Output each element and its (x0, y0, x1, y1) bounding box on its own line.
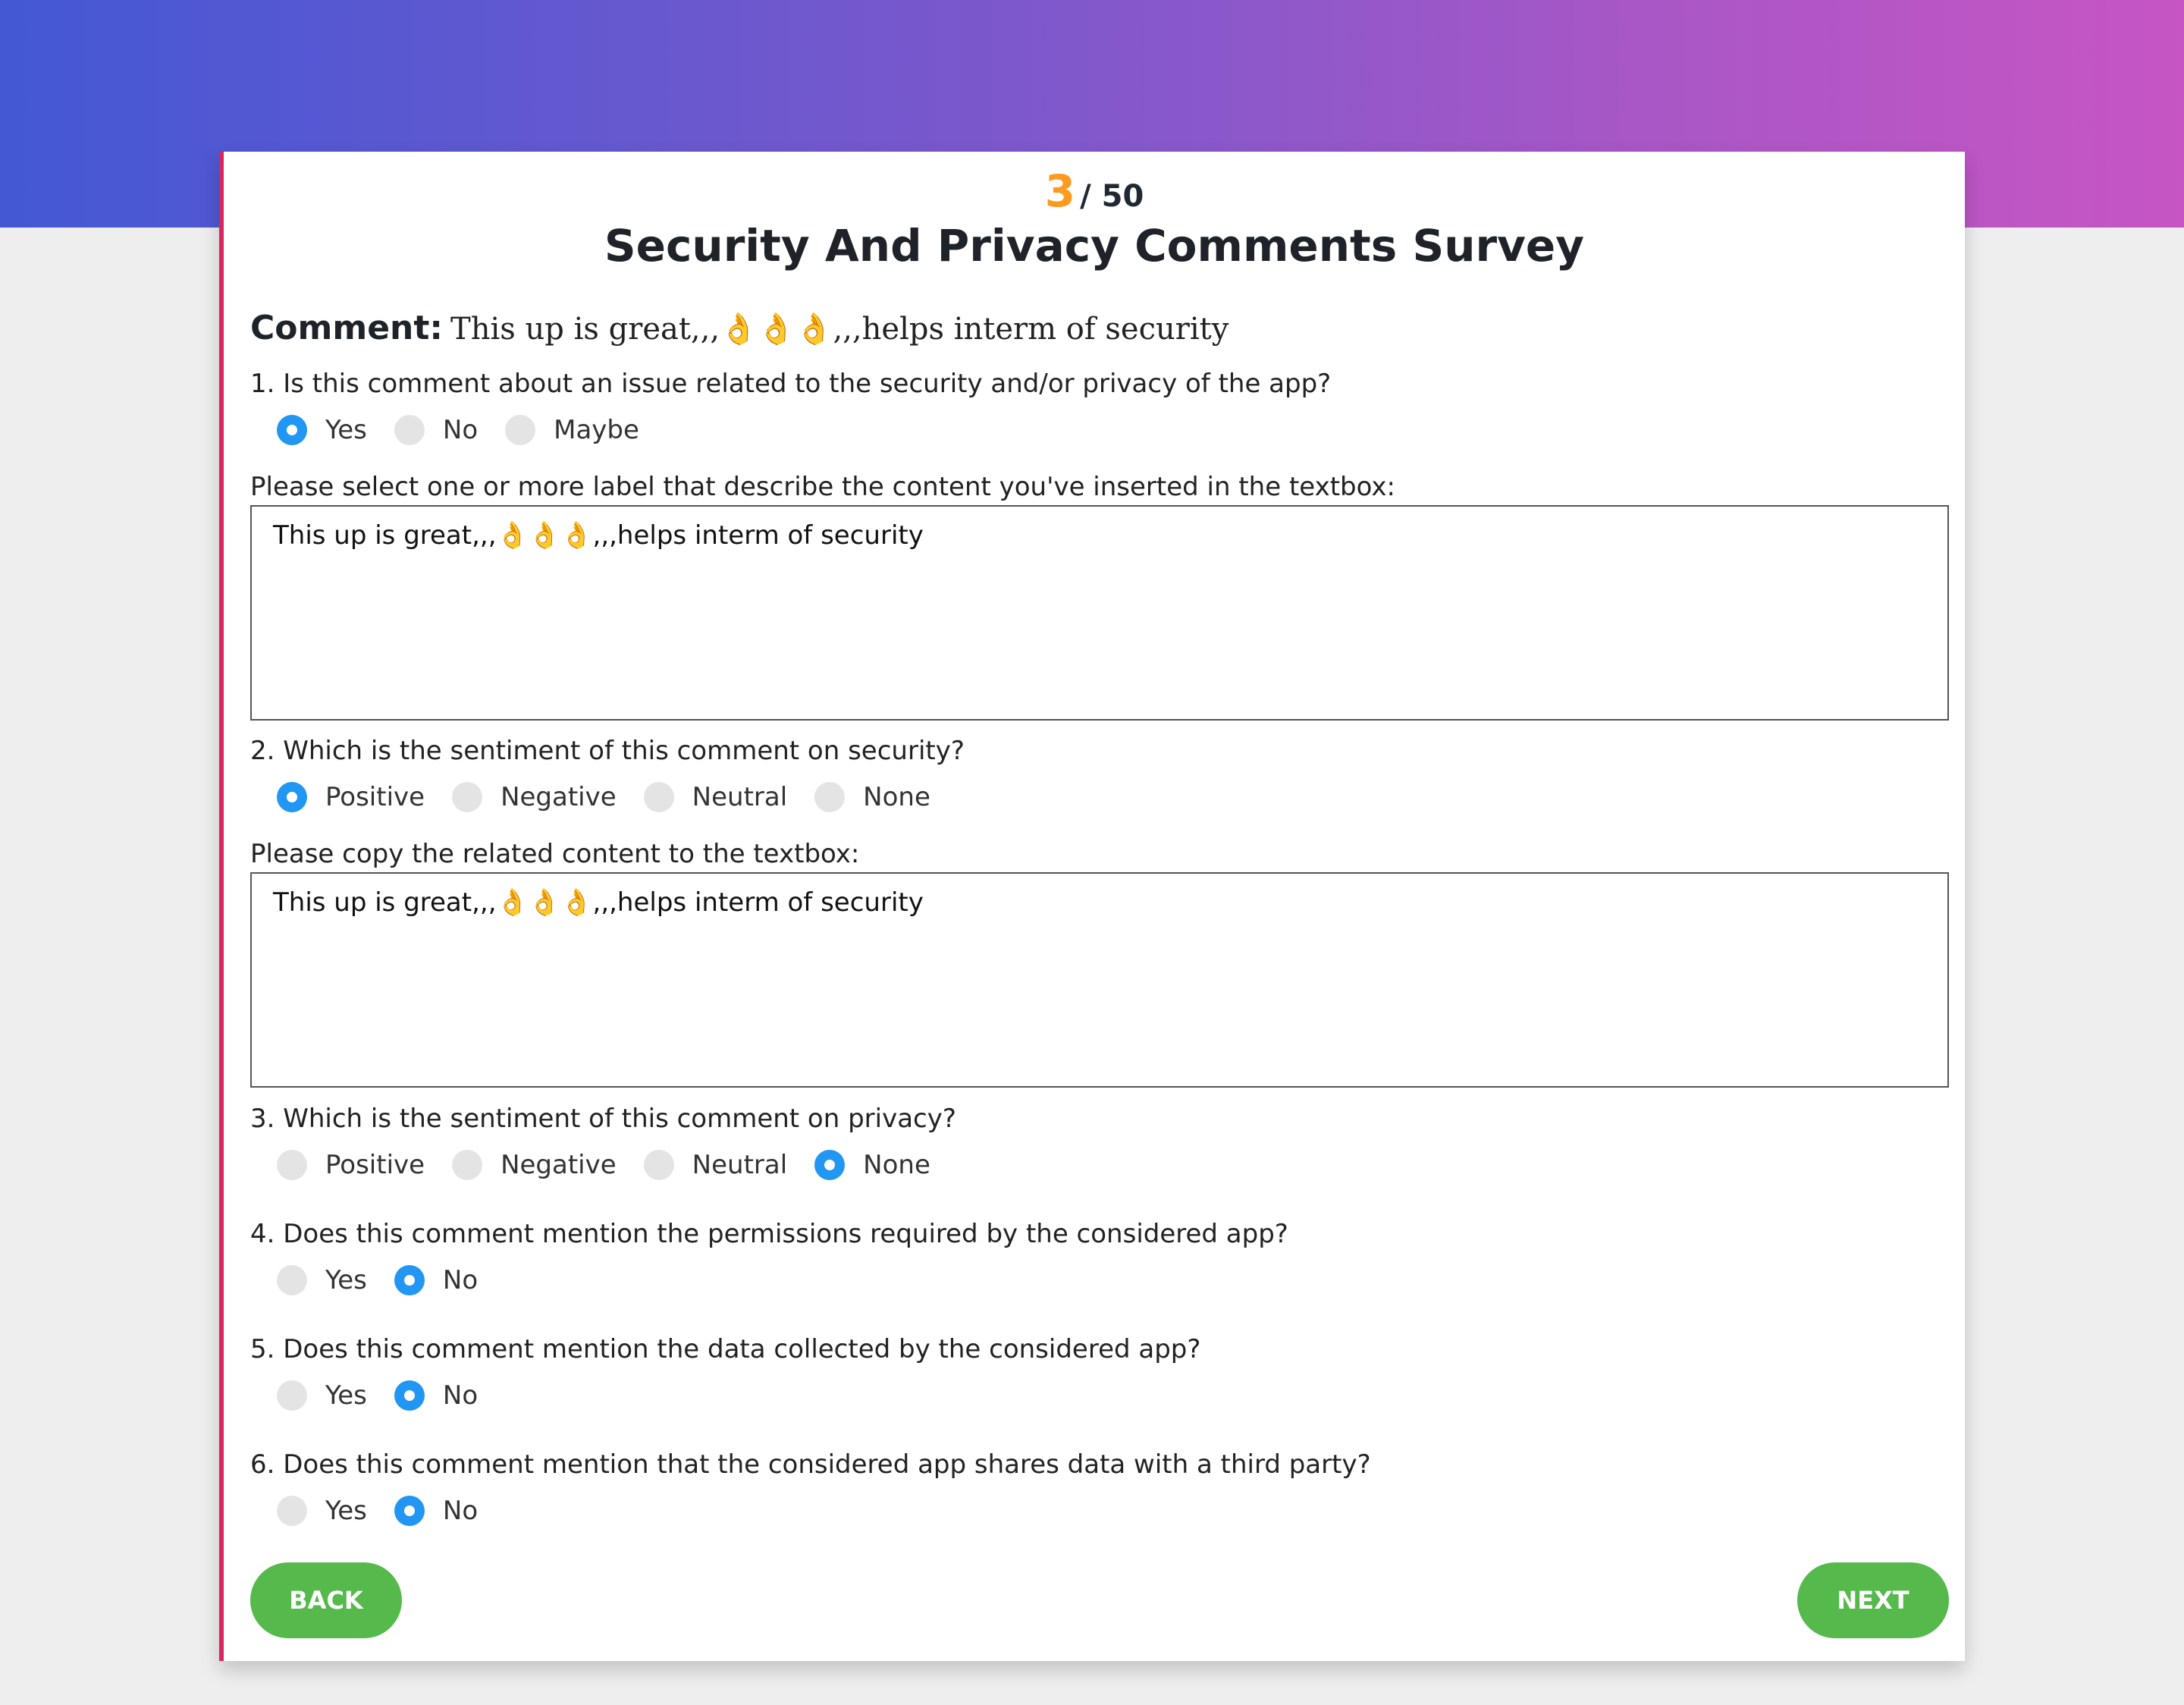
option-label: Positive (325, 782, 425, 812)
radio-button[interactable] (394, 415, 425, 445)
q3-option-negative[interactable]: Negative (452, 1150, 617, 1180)
next-button[interactable]: NEXT (1797, 1562, 1949, 1638)
option-label: Yes (325, 1265, 367, 1295)
option-label: Negative (500, 782, 617, 812)
question-3-options: Positive Negative Neutral None (277, 1146, 958, 1184)
option-label: Yes (325, 1380, 367, 1411)
q2-option-neutral[interactable]: Neutral (643, 782, 788, 812)
back-button[interactable]: BACK (250, 1562, 402, 1638)
question-1-options: Yes No Maybe (277, 411, 667, 449)
comment-display: Comment: This up is great,,,👌👌👌,,,helps i… (250, 306, 1228, 358)
q1-option-no[interactable]: No (394, 415, 478, 445)
content-textbox[interactable]: This up is great,,,👌👌👌,,,helps interm of… (250, 505, 1949, 721)
q3-option-positive[interactable]: Positive (277, 1150, 425, 1180)
radio-button[interactable] (277, 415, 307, 445)
radio-button[interactable] (277, 1150, 307, 1180)
q4-option-yes[interactable]: Yes (277, 1265, 367, 1295)
progress-current: 3 (1044, 165, 1076, 217)
radio-button[interactable] (643, 1150, 674, 1180)
radio-button[interactable] (814, 782, 846, 812)
option-label: Yes (325, 415, 367, 445)
radio-button[interactable] (452, 782, 483, 812)
radio-button[interactable] (452, 1150, 483, 1180)
q2-option-none[interactable]: None (814, 782, 930, 812)
page-title: Security And Privacy Comments Survey (604, 220, 1585, 272)
survey-card: 3/ 50 Security And Privacy Comments Surv… (219, 152, 1965, 1661)
question-2: 2. Which is the sentiment of this commen… (250, 736, 965, 766)
radio-button[interactable] (277, 1265, 307, 1295)
option-label: None (863, 782, 930, 812)
option-label: No (442, 415, 479, 445)
radio-button[interactable] (394, 1265, 425, 1295)
option-label: Yes (325, 1496, 367, 1526)
q3-option-neutral[interactable]: Neutral (643, 1150, 788, 1180)
q6-option-no[interactable]: No (394, 1496, 478, 1526)
q1-option-maybe[interactable]: Maybe (505, 415, 639, 445)
question-5-options: Yes No (277, 1377, 505, 1415)
question-4: 4. Does this comment mention the permiss… (250, 1219, 1288, 1249)
comment-label: Comment: (250, 309, 444, 347)
q2-option-negative[interactable]: Negative (452, 782, 617, 812)
option-label: Maybe (554, 415, 639, 445)
radio-button[interactable] (643, 782, 674, 812)
q4-option-no[interactable]: No (394, 1265, 478, 1295)
labels-prompt: Please select one or more label that des… (250, 472, 1395, 502)
radio-button[interactable] (814, 1150, 846, 1180)
radio-button[interactable] (394, 1380, 425, 1411)
q5-option-yes[interactable]: Yes (277, 1380, 367, 1411)
question-5: 5. Does this comment mention the data co… (250, 1334, 1201, 1364)
q3-option-none[interactable]: None (814, 1150, 930, 1180)
option-label: Negative (500, 1150, 617, 1180)
q2-option-positive[interactable]: Positive (277, 782, 425, 812)
q6-option-yes[interactable]: Yes (277, 1496, 367, 1526)
progress-total: / 50 (1080, 179, 1144, 214)
option-label: No (442, 1496, 479, 1526)
q5-option-no[interactable]: No (394, 1380, 478, 1411)
option-label: Neutral (692, 1150, 788, 1180)
option-label: No (442, 1380, 479, 1411)
option-label: No (442, 1265, 479, 1295)
q1-option-yes[interactable]: Yes (277, 415, 367, 445)
option-label: Positive (325, 1150, 425, 1180)
related-content-textbox[interactable]: This up is great,,,👌👌👌,,,helps interm of… (250, 872, 1949, 1088)
question-1: 1. Is this comment about an issue relate… (250, 369, 1332, 399)
radio-button[interactable] (505, 415, 536, 445)
copy-prompt: Please copy the related content to the t… (250, 839, 860, 869)
question-6: 6. Does this comment mention that the co… (250, 1449, 1371, 1480)
question-4-options: Yes No (277, 1261, 505, 1299)
radio-button[interactable] (277, 1496, 307, 1526)
question-2-options: Positive Negative Neutral None (277, 778, 958, 816)
radio-button[interactable] (277, 782, 307, 812)
question-6-options: Yes No (277, 1492, 505, 1530)
radio-button[interactable] (394, 1496, 425, 1526)
radio-button[interactable] (277, 1380, 307, 1411)
question-3: 3. Which is the sentiment of this commen… (250, 1104, 956, 1134)
option-label: Neutral (692, 782, 788, 812)
comment-text: This up is great,,,👌👌👌,,,helps interm of… (450, 312, 1229, 347)
option-label: None (863, 1150, 930, 1180)
